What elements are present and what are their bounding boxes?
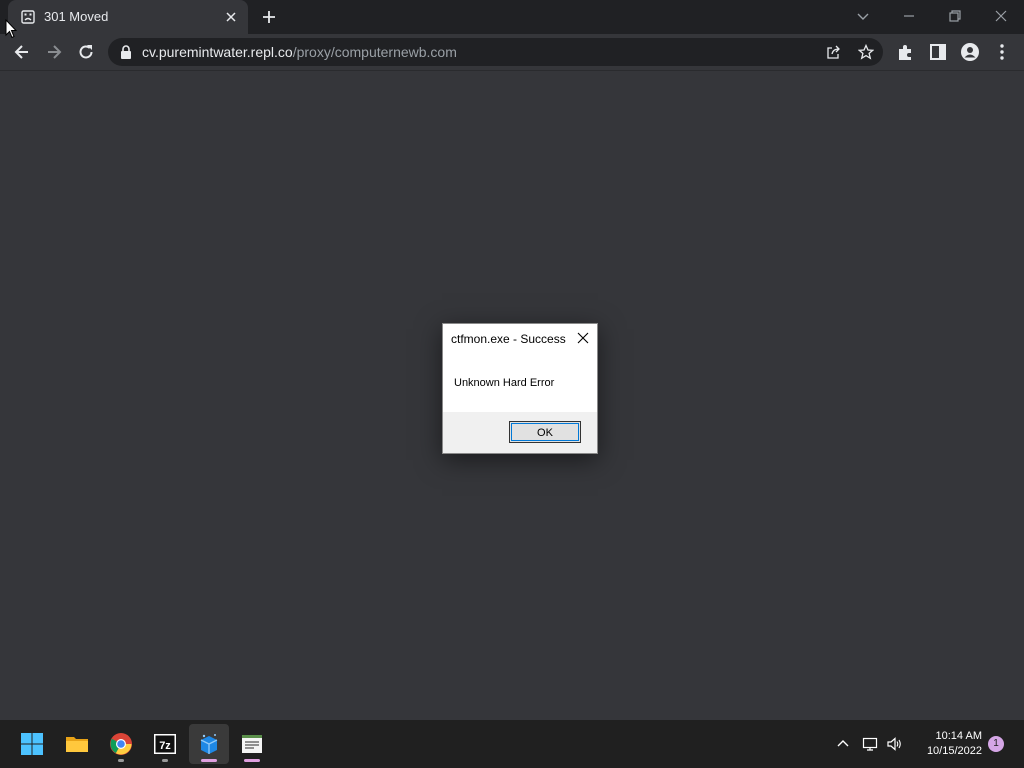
taskbar-notepad[interactable] [232,724,272,764]
windows-start-icon [21,733,43,755]
new-tab-icon[interactable] [261,9,277,25]
start-button[interactable] [12,724,52,764]
taskbar-file-explorer[interactable] [57,724,97,764]
taskbar-7zip[interactable]: 7z [145,724,185,764]
running-indicator [118,759,124,762]
error-dialog: ctfmon.exe - Success Unknown Hard Error … [442,323,598,454]
taskbar: 7z 10:14 AM 10/15/2022 1 [0,720,1024,768]
mouse-cursor-icon [5,19,17,39]
taskbar-clock[interactable]: 10:14 AM 10/15/2022 [912,729,982,759]
close-window-icon[interactable] [993,8,1009,24]
clock-date: 10/15/2022 [926,745,982,757]
running-indicator [162,759,168,762]
browser-tab[interactable]: 301 Moved [8,0,248,34]
url-text: cv.puremintwater.repl.co/proxy/computern… [142,44,457,60]
address-bar[interactable]: cv.puremintwater.repl.co/proxy/computern… [108,38,883,66]
ok-button[interactable]: OK [509,421,581,443]
app-blue-icon [200,734,218,754]
lock-icon[interactable] [120,45,132,59]
dialog-title: ctfmon.exe - Success [451,332,566,346]
restore-icon[interactable] [947,8,963,24]
taskbar-app-blue[interactable] [189,724,229,764]
dialog-close-icon[interactable] [577,332,589,344]
forward-arrow-icon[interactable] [44,42,64,62]
url-path: /proxy/computernewb.com [292,44,457,60]
reload-icon[interactable] [76,42,96,62]
dialog-message: Unknown Hard Error [454,377,555,389]
tab-search-icon[interactable] [855,8,871,24]
running-indicator [201,759,217,762]
back-arrow-icon[interactable] [12,42,32,62]
browser-toolbar: cv.puremintwater.repl.co/proxy/computern… [0,34,1024,71]
dialog-footer: OK [443,412,597,453]
chevron-up-icon[interactable] [835,736,851,752]
url-host: cv.puremintwater.repl.co [142,44,293,60]
sad-page-icon [21,10,35,24]
tab-strip: 301 Moved [0,0,1024,34]
clock-time: 10:14 AM [935,730,982,742]
taskbar-chrome[interactable] [101,724,141,764]
notepad-icon [242,735,262,753]
7zip-icon: 7z [154,734,176,754]
extensions-puzzle-icon[interactable] [896,42,916,62]
network-icon[interactable] [862,736,878,752]
volume-icon[interactable] [886,736,902,752]
notification-badge[interactable]: 1 [988,736,1004,752]
bookmark-star-icon[interactable] [858,44,874,60]
tab-title: 301 Moved [44,9,109,24]
menu-kebab-icon[interactable] [992,42,1012,62]
svg-text:7z: 7z [159,740,171,752]
side-panel-icon[interactable] [928,42,948,62]
minimize-icon[interactable] [901,8,917,24]
share-icon[interactable] [826,44,842,60]
chrome-icon [110,733,132,755]
running-indicator [244,759,260,762]
profile-icon[interactable] [960,42,980,62]
folder-icon [66,737,88,752]
tab-close-icon[interactable] [224,10,238,24]
